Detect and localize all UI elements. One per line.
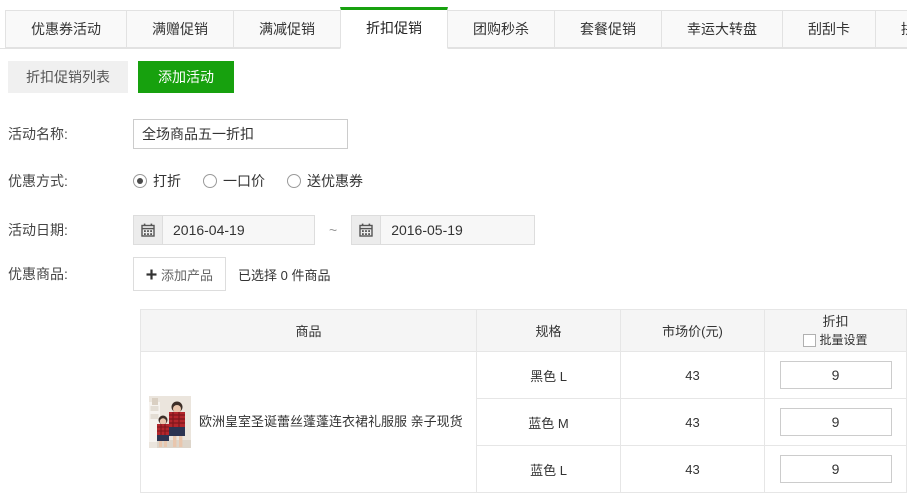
end-date-value: 2016-05-19 bbox=[381, 222, 463, 238]
column-header-discount: 折扣 批量设置 bbox=[765, 310, 907, 352]
end-date-picker[interactable]: 2016-05-19 bbox=[351, 215, 535, 245]
selected-count-text: 已选择 0 件商品 bbox=[238, 265, 330, 284]
activity-name-input[interactable] bbox=[133, 119, 348, 149]
tab-discount-promo[interactable]: 折扣促销 bbox=[340, 7, 448, 49]
radio-option-give-coupon[interactable]: 送优惠券 bbox=[287, 171, 363, 191]
add-product-button-label: 添加产品 bbox=[161, 265, 213, 284]
discount-method-radio-group: 打折 一口价 送优惠券 bbox=[133, 171, 385, 191]
tab-lucky-wheel[interactable]: 幸运大转盘 bbox=[661, 10, 783, 48]
price-cell: 43 bbox=[621, 446, 765, 493]
add-activity-button[interactable]: 添加活动 bbox=[138, 61, 234, 93]
radio-label: 一口价 bbox=[223, 171, 265, 191]
tab-package-promo[interactable]: 套餐促销 bbox=[554, 10, 662, 48]
tab-pin-group-flash-sale[interactable]: 拼团秒杀 bbox=[875, 10, 907, 48]
radio-icon[interactable] bbox=[287, 174, 301, 188]
start-date-picker[interactable]: 2016-04-19 bbox=[133, 215, 315, 245]
products-table: 商品 规格 市场价(元) 折扣 批量设置 bbox=[140, 309, 907, 493]
batch-set-label: 批量设置 bbox=[819, 331, 867, 349]
column-header-price: 市场价(元) bbox=[621, 310, 765, 352]
discount-promo-list-button[interactable]: 折扣促销列表 bbox=[8, 61, 128, 93]
discount-method-row: 优惠方式: 打折 一口价 送优惠券 bbox=[0, 171, 907, 191]
radio-label: 送优惠券 bbox=[307, 171, 363, 191]
radio-option-discount[interactable]: 打折 bbox=[133, 171, 181, 191]
tab-full-gift-promo[interactable]: 满赠促销 bbox=[126, 10, 234, 48]
promotion-tabbar: 优惠券活动 满赠促销 满减促销 折扣促销 团购秒杀 套餐促销 幸运大转盘 刮刮卡… bbox=[0, 0, 907, 49]
discount-input[interactable] bbox=[780, 455, 892, 483]
discount-products-row: 优惠商品: 添加产品 已选择 0 件商品 bbox=[0, 257, 907, 291]
product-cell: 欧洲皇室圣诞蕾丝蓬蓬连衣裙礼服服 亲子现货 bbox=[141, 352, 477, 493]
batch-set-checkbox[interactable] bbox=[803, 334, 816, 347]
discount-input[interactable] bbox=[780, 361, 892, 389]
date-range-separator: ~ bbox=[329, 222, 337, 238]
spec-cell: 黑色 L bbox=[477, 352, 621, 399]
plus-icon bbox=[146, 269, 157, 280]
tab-scratch-card[interactable]: 刮刮卡 bbox=[782, 10, 876, 48]
activity-date-row: 活动日期: 2016-04-19 ~ bbox=[0, 215, 907, 245]
product-thumbnail bbox=[149, 396, 191, 448]
radio-option-fixed-price[interactable]: 一口价 bbox=[203, 171, 265, 191]
discount-method-label: 优惠方式: bbox=[8, 171, 133, 191]
subnav: 折扣促销列表 添加活动 bbox=[8, 61, 907, 93]
start-date-value: 2016-04-19 bbox=[163, 222, 245, 238]
price-cell: 43 bbox=[621, 399, 765, 446]
table-header-row: 商品 规格 市场价(元) 折扣 批量设置 bbox=[141, 310, 907, 352]
activity-date-label: 活动日期: bbox=[8, 220, 133, 240]
discount-cell bbox=[765, 399, 907, 446]
discount-products-label: 优惠商品: bbox=[8, 264, 133, 284]
column-header-spec: 规格 bbox=[477, 310, 621, 352]
calendar-icon bbox=[134, 216, 163, 244]
activity-name-label: 活动名称: bbox=[8, 124, 133, 144]
add-product-button[interactable]: 添加产品 bbox=[133, 257, 226, 291]
column-header-product: 商品 bbox=[141, 310, 477, 352]
spec-cell: 蓝色 M bbox=[477, 399, 621, 446]
spec-cell: 蓝色 L bbox=[477, 446, 621, 493]
discount-header-label: 折扣 bbox=[765, 312, 906, 332]
radio-label: 打折 bbox=[153, 171, 181, 191]
price-cell: 43 bbox=[621, 352, 765, 399]
calendar-icon bbox=[352, 216, 381, 244]
table-row: 欧洲皇室圣诞蕾丝蓬蓬连衣裙礼服服 亲子现货 黑色 L 43 bbox=[141, 352, 907, 399]
discount-input[interactable] bbox=[780, 408, 892, 436]
discount-cell bbox=[765, 446, 907, 493]
activity-name-row: 活动名称: bbox=[0, 119, 907, 149]
product-name: 欧洲皇室圣诞蕾丝蓬蓬连衣裙礼服服 亲子现货 bbox=[199, 413, 463, 431]
tab-coupon-activity[interactable]: 优惠券活动 bbox=[5, 10, 127, 48]
radio-icon[interactable] bbox=[133, 174, 147, 188]
radio-icon[interactable] bbox=[203, 174, 217, 188]
tab-full-reduction-promo[interactable]: 满减促销 bbox=[233, 10, 341, 48]
tab-group-flash-sale[interactable]: 团购秒杀 bbox=[447, 10, 555, 48]
discount-cell bbox=[765, 352, 907, 399]
